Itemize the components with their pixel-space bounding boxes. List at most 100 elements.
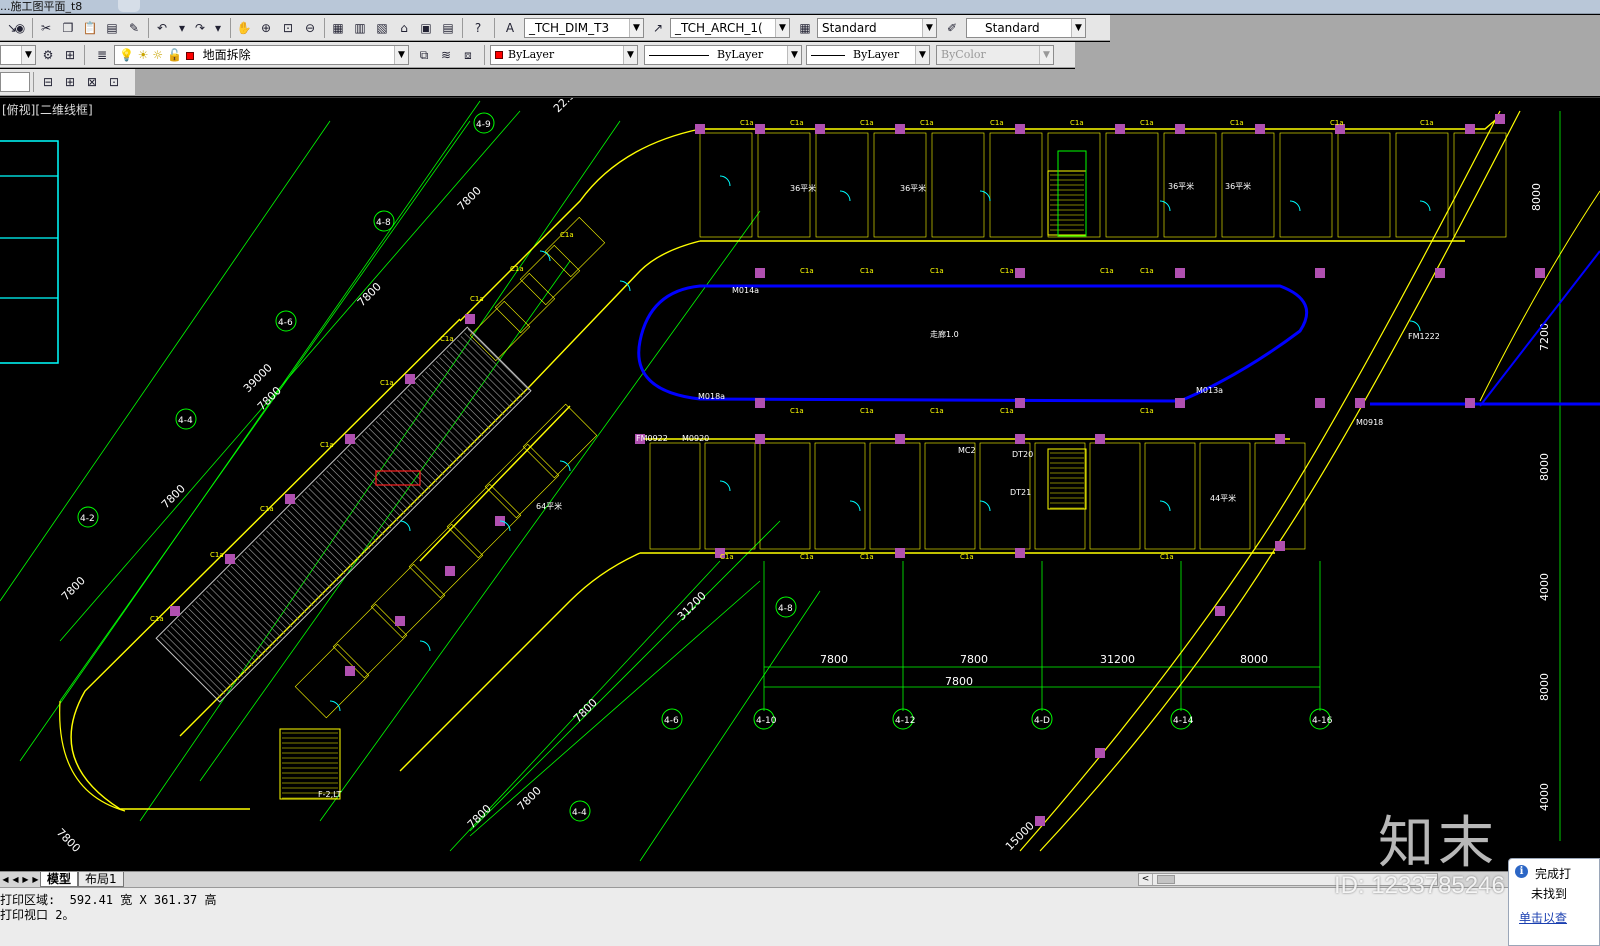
room-label: 44平米: [1210, 493, 1236, 503]
plotstyle-select[interactable]: ByColor ▼: [936, 45, 1054, 65]
title-tab-stub[interactable]: [118, 0, 140, 12]
block-insert-icon[interactable]: ⊟: [38, 72, 58, 92]
chevron-down-icon[interactable]: ▼: [1039, 46, 1053, 64]
design-center-icon[interactable]: ▥: [350, 18, 370, 38]
zoom-window-icon[interactable]: ⊡: [278, 18, 298, 38]
small-select[interactable]: [0, 72, 30, 92]
tab-model[interactable]: 模型: [40, 872, 79, 887]
lineweight-value: ByLayer: [853, 48, 900, 61]
zoom-previous-icon[interactable]: ⊖: [300, 18, 320, 38]
block-attribute-icon[interactable]: ⊡: [104, 72, 124, 92]
annotation-mark: C1a: [470, 295, 484, 303]
chevron-down-icon[interactable]: ▼: [623, 46, 637, 64]
chevron-down-icon[interactable]: ▼: [21, 46, 35, 64]
color-select[interactable]: ByLayer ▼: [490, 45, 638, 65]
grid-bubble-label: 4-2: [80, 514, 95, 524]
markup-icon[interactable]: ▣: [416, 18, 436, 38]
make-current-layer-icon[interactable]: ⧉: [414, 45, 434, 65]
drawing-canvas[interactable]: 4-9 4-8 4-6 4-4 4-2 4-8 4-6 4-4 4-10 4-12 4-D 4-14 4…: [0, 97, 1600, 871]
table-style-icon[interactable]: ▦: [795, 18, 815, 38]
layer-select[interactable]: 💡 ☀ ☼ 🔓 地面拆除 ▼: [114, 45, 409, 65]
layer-manager-icon[interactable]: ≣: [92, 45, 112, 65]
notification-link[interactable]: 单击以查: [1519, 909, 1567, 926]
room-label: DT20: [1012, 450, 1033, 459]
dimension-text: 4000: [1538, 783, 1551, 811]
match-properties-icon[interactable]: ✎: [124, 18, 144, 38]
dimension-text: 8000: [1240, 653, 1268, 666]
grid-line: [469, 520, 781, 832]
color-swatch: [495, 51, 503, 59]
text-style-icon[interactable]: A: [500, 18, 520, 38]
sun-icon[interactable]: ☀: [138, 48, 149, 62]
door-swing: [1419, 200, 1431, 212]
column: [1015, 398, 1025, 408]
help-icon[interactable]: ?: [468, 18, 488, 38]
scroll-thumb[interactable]: [1157, 875, 1175, 884]
hall-outline: [155, 326, 532, 703]
last-tab-icon[interactable]: ▶: [31, 873, 40, 886]
room-label: M0918: [1356, 418, 1383, 427]
room-label: M013a: [1196, 386, 1223, 395]
scroll-left-icon[interactable]: <: [1139, 874, 1153, 885]
undo-icon[interactable]: ↶: [152, 18, 172, 38]
table-style-value: Standard: [822, 21, 877, 35]
properties-icon[interactable]: ▦: [328, 18, 348, 38]
gear-icon[interactable]: ⚙: [38, 45, 58, 65]
lightbulb-icon[interactable]: 💡: [119, 48, 134, 62]
color-value: ByLayer: [508, 48, 555, 61]
grid-line: [0, 120, 331, 602]
layer-previous-icon[interactable]: ≋: [436, 45, 456, 65]
grid-line: [639, 590, 821, 862]
plot-notification[interactable]: i 完成打 未找到 单击以查: [1508, 858, 1600, 946]
viewport-freeze-icon[interactable]: ☼: [152, 48, 163, 62]
annotation-mark: C1a: [1000, 407, 1014, 415]
lock-icon[interactable]: 🔓: [167, 48, 182, 62]
first-tab-icon[interactable]: ◀: [1, 873, 10, 886]
dim-style-icon[interactable]: ↗: [648, 18, 668, 38]
undo-dropdown-icon[interactable]: ▾: [172, 18, 192, 38]
chevron-down-icon[interactable]: ▼: [915, 46, 929, 64]
chevron-down-icon[interactable]: ▼: [1071, 19, 1085, 37]
dimension-text: 31200: [675, 589, 709, 623]
calculator-icon[interactable]: ▤: [438, 18, 458, 38]
redo-dropdown-icon[interactable]: ▾: [208, 18, 228, 38]
paste-special-icon[interactable]: ▤: [102, 18, 122, 38]
chevron-down-icon[interactable]: ▼: [922, 19, 936, 37]
tab-layout1[interactable]: 布局1: [78, 872, 124, 887]
layer-state-icon[interactable]: ⧈: [458, 45, 478, 65]
workspace-settings-icon[interactable]: ⊞: [60, 45, 80, 65]
text-style-select[interactable]: _TCH_DIM_T3 ▼: [524, 18, 644, 38]
workspace-select[interactable]: ▼: [0, 45, 36, 65]
redo-icon[interactable]: ↷: [190, 18, 210, 38]
annotation-mark: C1a: [860, 119, 874, 127]
block-edit-icon[interactable]: ⊞: [60, 72, 80, 92]
lineweight-select[interactable]: ByLayer ▼: [806, 45, 930, 65]
zoom-realtime-icon[interactable]: ⊕: [256, 18, 276, 38]
chevron-down-icon[interactable]: ▼: [394, 46, 408, 64]
paste-icon[interactable]: 📋: [80, 18, 100, 38]
pan-icon[interactable]: ✋: [234, 18, 254, 38]
chevron-down-icon[interactable]: ▼: [629, 19, 643, 37]
column: [895, 434, 905, 444]
multileader-style-select[interactable]: Standard ▼: [966, 18, 1086, 38]
cut-icon[interactable]: ✂: [36, 18, 56, 38]
viewport-label[interactable]: [俯视][二维线框]: [2, 101, 93, 118]
multileader-style-icon[interactable]: ✐: [942, 18, 962, 38]
prev-tab-icon[interactable]: ◀: [11, 873, 20, 886]
road-line: [1019, 110, 1501, 852]
chevron-down-icon[interactable]: ▼: [775, 19, 789, 37]
grid-line: [19, 100, 481, 762]
column: [445, 566, 455, 576]
table-style-select[interactable]: Standard ▼: [817, 18, 937, 38]
chevron-down-icon[interactable]: ▼: [787, 46, 801, 64]
help-globe-icon[interactable]: ◉: [10, 18, 30, 38]
next-tab-icon[interactable]: ▶: [21, 873, 30, 886]
tool-palettes-icon[interactable]: ▧: [372, 18, 392, 38]
column: [1275, 434, 1285, 444]
sheet-set-icon[interactable]: ⌂: [394, 18, 414, 38]
block-delete-icon[interactable]: ⊠: [82, 72, 102, 92]
dim-style-select[interactable]: _TCH_ARCH_1(▼: [670, 18, 790, 38]
linetype-select[interactable]: ByLayer ▼: [644, 45, 802, 65]
copy-icon[interactable]: ❐: [58, 18, 78, 38]
column: [1095, 434, 1105, 444]
